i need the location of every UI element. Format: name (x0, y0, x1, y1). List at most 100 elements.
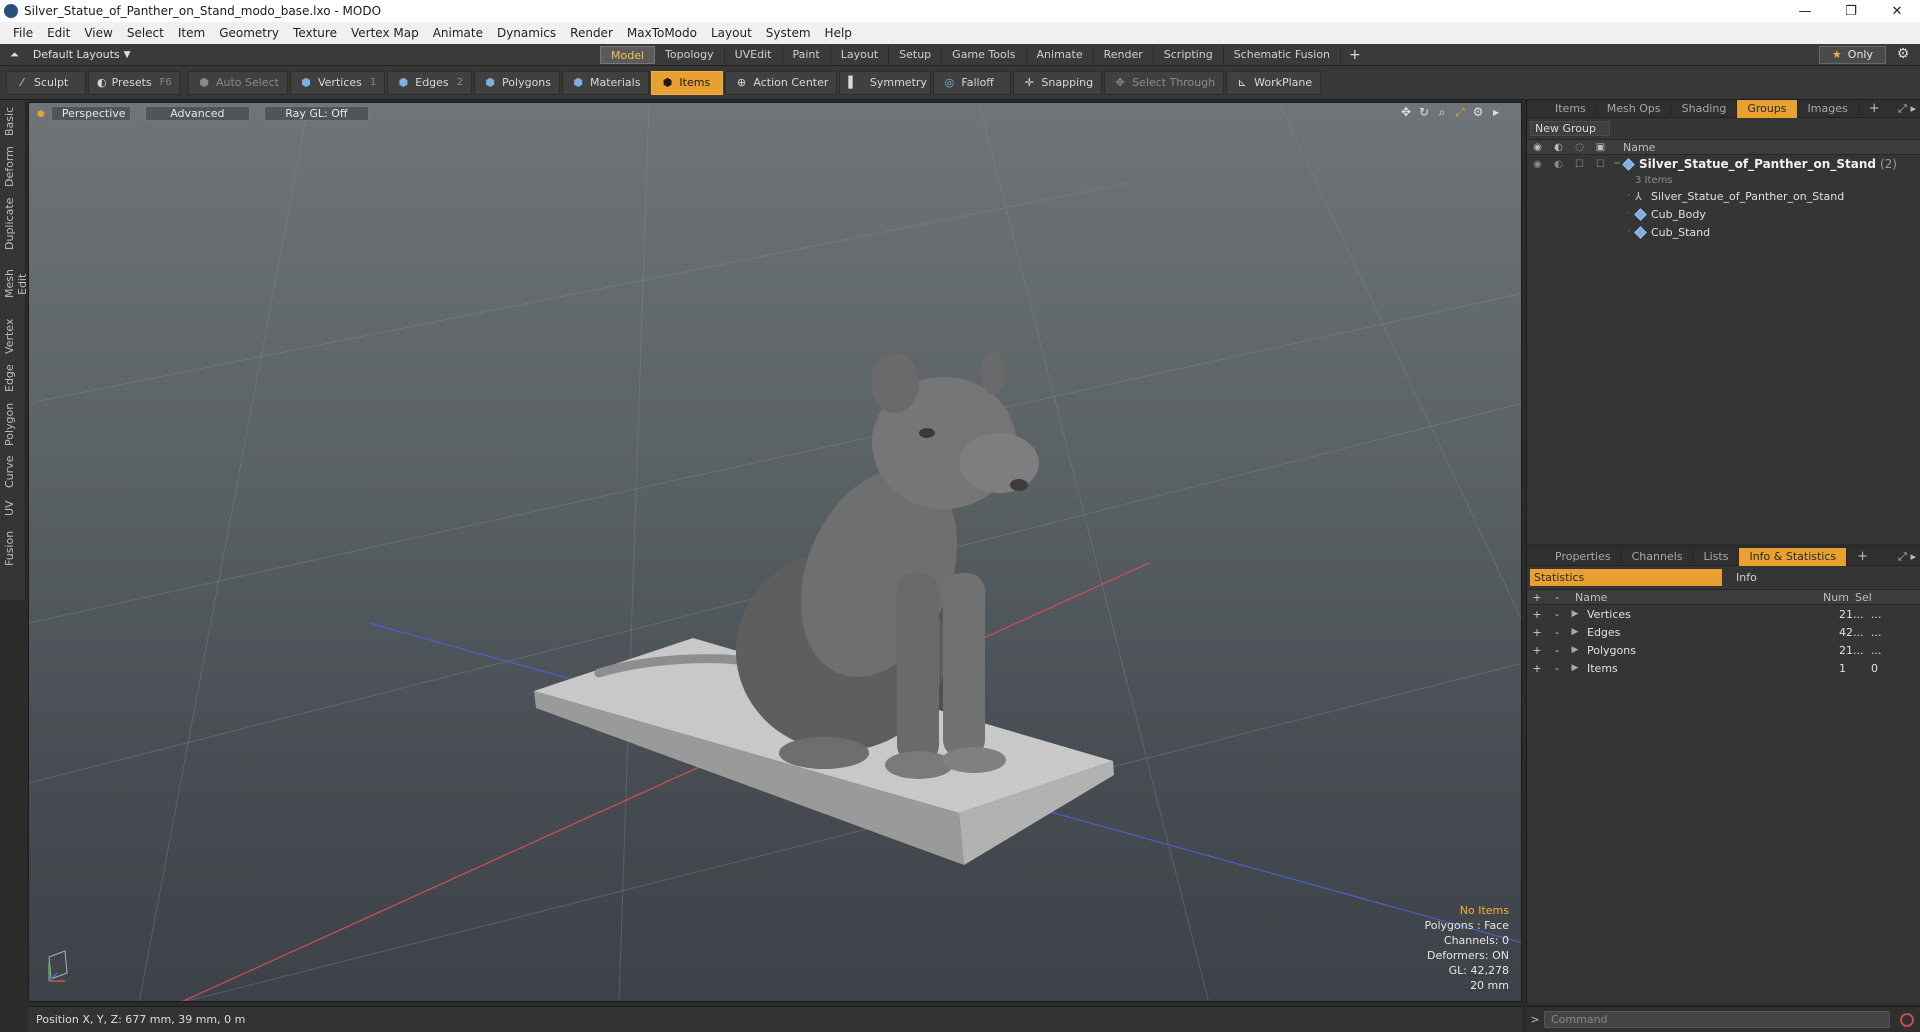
vtab-deform[interactable]: Deform (3, 144, 23, 190)
tab-info-statistics[interactable]: Info & Statistics (1739, 547, 1848, 566)
raygl-button[interactable]: Ray GL: Off (263, 106, 369, 121)
tab-setup[interactable]: Setup (889, 45, 943, 64)
menu-file[interactable]: File (6, 26, 40, 40)
vtab-duplicate[interactable]: Duplicate (3, 196, 23, 252)
minimize-button[interactable]: — (1782, 0, 1828, 22)
tab-items[interactable]: Items (1545, 99, 1597, 118)
vtab-fusion[interactable]: Fusion (3, 526, 23, 570)
add-all-icon[interactable]: + (1527, 591, 1547, 604)
layout-collapse-icon[interactable]: ⏶ (10, 48, 19, 62)
select-through-button[interactable]: ✥ Select Through (1104, 70, 1225, 95)
menu-select[interactable]: Select (120, 26, 171, 40)
tree-item-cub-body[interactable]: · Cub_Body (1527, 205, 1920, 223)
vtab-curve[interactable]: Curve (3, 454, 23, 490)
menu-layout[interactable]: Layout (704, 26, 759, 40)
menu-item[interactable]: Item (171, 26, 212, 40)
vtab-basic[interactable]: Basic (3, 104, 23, 138)
add-panel-tab-icon[interactable]: + (1859, 100, 1890, 118)
polygons-button[interactable]: ⬢ Polygons (474, 70, 560, 95)
menu-vertex-map[interactable]: Vertex Map (344, 26, 426, 40)
vtab-polygon[interactable]: Polygon (3, 400, 23, 448)
fit-icon[interactable]: ⤢ (1451, 105, 1469, 120)
add-icon[interactable]: + (1527, 644, 1547, 657)
close-button[interactable]: ✕ (1874, 0, 1920, 22)
add-tab-icon[interactable]: + (1341, 47, 1369, 63)
sculpt-button[interactable]: ⁄ Sculpt (6, 70, 86, 95)
stats-row-edges[interactable]: + - ▶ Edges 42... ... (1527, 623, 1920, 641)
presets-button[interactable]: ◐ Presets F6 (88, 70, 180, 95)
lock-column-icon[interactable]: ◌ (1569, 142, 1590, 153)
group-row[interactable]: ◉ ◐ ☐ ☐ − Silver_Statue_of_Panther_on_Stand… (1527, 155, 1920, 173)
panel-expand-icon[interactable]: ⤢ ▸ (1898, 102, 1916, 116)
stats-row-items[interactable]: + - ▶ Items 1 0 (1527, 659, 1920, 677)
menu-dynamics[interactable]: Dynamics (490, 26, 563, 40)
visibility-column-icon[interactable]: ◉ (1527, 142, 1548, 153)
lock-toggle-icon[interactable]: ☐ (1569, 159, 1590, 170)
render-toggle-icon[interactable]: ◐ (1548, 159, 1569, 170)
menu-render[interactable]: Render (563, 26, 620, 40)
tab-lists[interactable]: Lists (1694, 547, 1740, 566)
expand-icon[interactable]: ▶ (1567, 627, 1583, 637)
stats-row-polygons[interactable]: + - ▶ Polygons 21... ... (1527, 641, 1920, 659)
panel-expand-icon[interactable]: ⤢ ▸ (1898, 550, 1916, 564)
add-icon[interactable]: + (1527, 608, 1547, 621)
subtab-info[interactable]: Info (1722, 571, 1757, 584)
tab-paint[interactable]: Paint (783, 45, 831, 64)
remove-icon[interactable]: - (1547, 644, 1567, 657)
add-icon[interactable]: + (1527, 662, 1547, 675)
zoom-icon[interactable]: ⌕ (1433, 105, 1451, 120)
tab-properties[interactable]: Properties (1545, 547, 1622, 566)
falloff-button[interactable]: ◎ Falloff (933, 70, 1012, 95)
remove-icon[interactable]: - (1547, 662, 1567, 675)
tree-item-locator[interactable]: · ⅄ Silver_Statue_of_Panther_on_Stand (1527, 187, 1920, 205)
vertices-button[interactable]: ⬢ Vertices 1 (289, 70, 386, 95)
shading-mode-button[interactable]: Advanced (144, 106, 250, 121)
pan-icon[interactable]: ✥ (1397, 105, 1415, 120)
tab-images[interactable]: Images (1798, 99, 1859, 118)
maximize-button[interactable]: ❐ (1828, 0, 1874, 22)
remove-icon[interactable]: - (1547, 608, 1567, 621)
add-icon[interactable]: + (1527, 626, 1547, 639)
tree-item-cub-stand[interactable]: · Cub_Stand (1527, 223, 1920, 241)
stats-row-vertices[interactable]: + - ▶ Vertices 21... ... (1527, 605, 1920, 623)
viewport-settings-icon[interactable]: ⚙ (1469, 105, 1487, 120)
materials-button[interactable]: ⬢ Materials (562, 70, 650, 95)
select-column-icon[interactable]: ▣ (1590, 142, 1611, 153)
viewport-menu-dot-icon[interactable]: ● (37, 109, 45, 119)
viewport-expand-icon[interactable]: ▸ (1487, 105, 1505, 120)
tab-mesh-ops[interactable]: Mesh Ops (1597, 99, 1672, 118)
tab-groups[interactable]: Groups (1737, 99, 1798, 118)
rotate-icon[interactable]: ↻ (1415, 105, 1433, 120)
add-panel-tab-icon[interactable]: + (1847, 548, 1878, 566)
expand-icon[interactable]: ▶ (1567, 663, 1583, 673)
snapping-button[interactable]: ✛ Snapping (1013, 70, 1103, 95)
menu-maxtomodo[interactable]: MaxToModo (620, 26, 704, 40)
render-column-icon[interactable]: ◐ (1548, 142, 1569, 153)
expand-icon[interactable]: ▶ (1567, 645, 1583, 655)
vtab-vertex[interactable]: Vertex (3, 316, 23, 356)
menu-view[interactable]: View (77, 26, 119, 40)
tab-shading[interactable]: Shading (1672, 99, 1738, 118)
tab-game-tools[interactable]: Game Tools (942, 45, 1027, 64)
tab-render[interactable]: Render (1094, 45, 1154, 64)
view-mode-button[interactable]: Perspective (50, 106, 131, 121)
items-button[interactable]: ⬢ Items (651, 70, 724, 95)
command-input[interactable]: Command (1544, 1011, 1890, 1028)
subtab-statistics[interactable]: Statistics (1530, 568, 1722, 586)
symmetry-button[interactable]: ▌ Symmetry (839, 70, 932, 95)
menu-geometry[interactable]: Geometry (212, 26, 286, 40)
tab-schematic-fusion[interactable]: Schematic Fusion (1224, 45, 1342, 64)
remove-all-icon[interactable]: - (1547, 591, 1567, 604)
tab-animate[interactable]: Animate (1027, 45, 1094, 64)
edges-button[interactable]: ⬢ Edges 2 (387, 70, 473, 95)
menu-help[interactable]: Help (818, 26, 859, 40)
tab-scripting[interactable]: Scripting (1154, 45, 1224, 64)
3d-viewport[interactable]: ● Perspective Advanced Ray GL: Off ✥ ↻ ⌕… (28, 102, 1522, 1002)
expand-icon[interactable]: ▶ (1567, 609, 1583, 619)
tab-model[interactable]: Model (600, 45, 656, 64)
new-group-button[interactable]: New Group (1530, 121, 1610, 136)
vtab-edge[interactable]: Edge (3, 362, 23, 394)
layout-selector[interactable]: ⏶ Default Layouts ▼ (0, 48, 600, 62)
remove-icon[interactable]: - (1547, 626, 1567, 639)
workplane-button[interactable]: ⊾ WorkPlane (1226, 70, 1322, 95)
